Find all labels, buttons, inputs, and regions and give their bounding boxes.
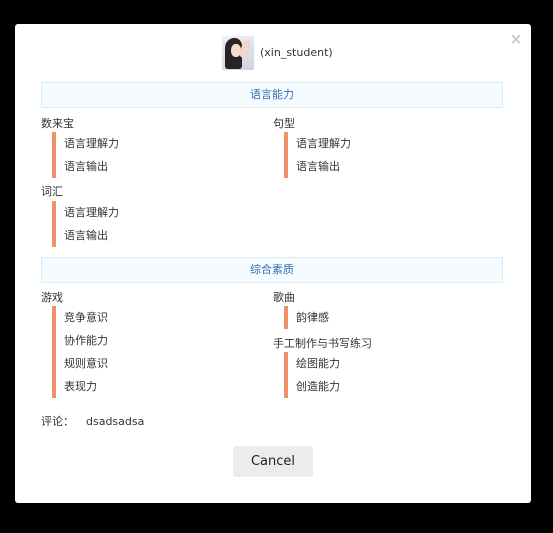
comment-row: 评论： dsadsadsa <box>41 413 144 429</box>
list-item: 语言输出 <box>296 160 340 173</box>
category-title: 游戏 <box>41 291 63 304</box>
avatar <box>222 36 254 70</box>
list-item: 语言理解力 <box>296 137 351 150</box>
category-title: 词汇 <box>41 185 63 198</box>
section-title-overall: 综合素质 <box>41 257 503 283</box>
list-item: 语言输出 <box>64 160 108 173</box>
dialog-header: (xin_student) <box>15 34 531 72</box>
cancel-button[interactable]: Cancel <box>233 446 313 477</box>
category-items: 韵律感 <box>284 306 329 329</box>
category-items: 语言理解力 语言输出 <box>52 132 119 178</box>
category-title: 数来宝 <box>41 117 74 130</box>
comment-value: dsadsadsa <box>86 415 145 428</box>
category-title: 句型 <box>273 117 295 130</box>
username: (xin_student) <box>260 46 333 59</box>
list-item: 语言输出 <box>64 229 108 242</box>
list-item: 竞争意识 <box>64 311 108 324</box>
section-title-language: 语言能力 <box>41 82 503 108</box>
list-item: 协作能力 <box>64 334 108 347</box>
list-item: 规则意识 <box>64 357 108 370</box>
category-items: 语言理解力 语言输出 <box>52 201 119 247</box>
category-title: 歌曲 <box>273 291 295 304</box>
list-item: 创造能力 <box>296 380 340 393</box>
category-items: 绘图能力 创造能力 <box>284 352 340 398</box>
student-evaluation-dialog: × (xin_student) 语言能力 数来宝 语言理解力 语言输出 句型 语… <box>15 24 531 503</box>
list-item: 韵律感 <box>296 311 329 324</box>
category-items: 竞争意识 协作能力 规则意识 表现力 <box>52 306 108 398</box>
list-item: 绘图能力 <box>296 357 340 370</box>
list-item: 表现力 <box>64 380 97 393</box>
comment-label: 评论： <box>41 415 74 428</box>
category-title: 手工制作与书写练习 <box>273 337 372 350</box>
category-items: 语言理解力 语言输出 <box>284 132 351 178</box>
list-item: 语言理解力 <box>64 206 119 219</box>
list-item: 语言理解力 <box>64 137 119 150</box>
